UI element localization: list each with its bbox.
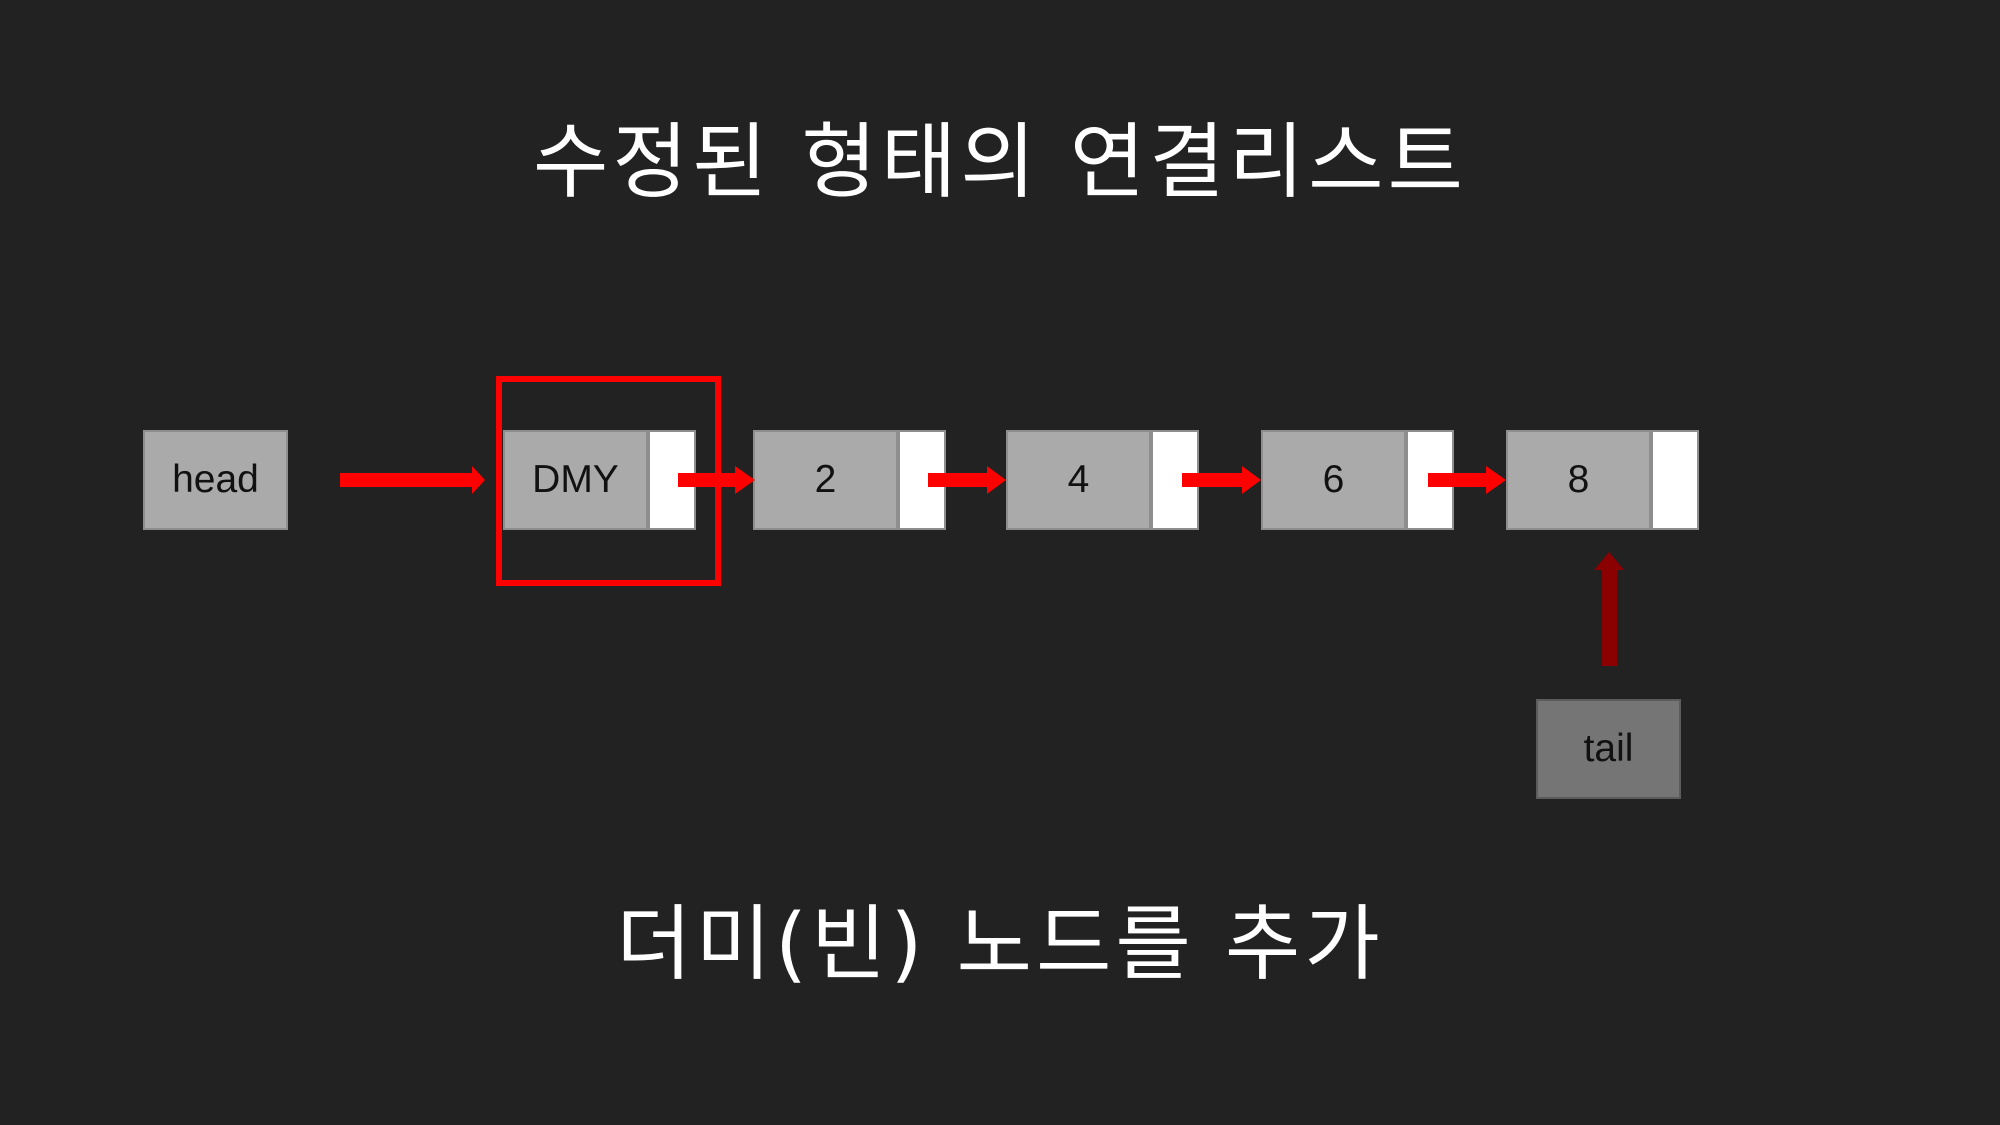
arrow-dmy-to-2 [678, 466, 755, 494]
arrow-6-to-8 [1428, 466, 1506, 494]
arrow-tail-to-8 [1594, 552, 1624, 666]
slide-subtitle: 더미(빈) 노드를 추가 [616, 897, 1384, 992]
arrow-2-to-4 [928, 466, 1006, 494]
arrow-head-to-dmy [340, 466, 485, 494]
slide: 수정된 형태의 연결리스트 head DMY 2 4 6 8 tail 더미(빈… [0, 0, 2000, 1125]
arrow-4-to-6 [1182, 466, 1261, 494]
